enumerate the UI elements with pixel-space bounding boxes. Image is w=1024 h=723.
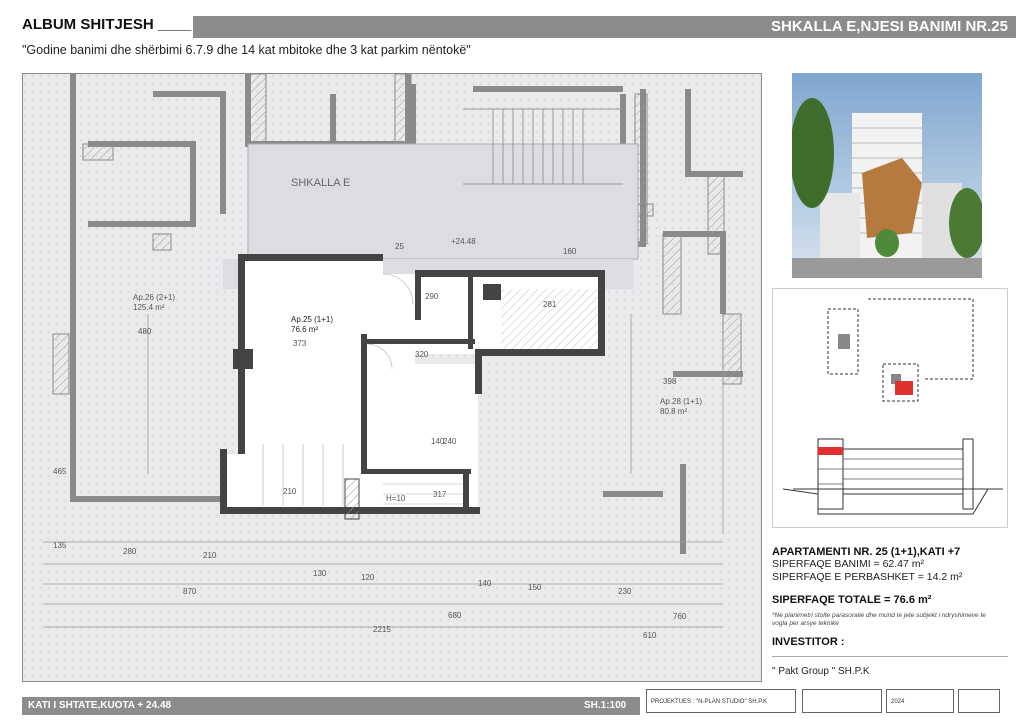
logo-box (802, 689, 882, 713)
stamp-box (958, 689, 1000, 713)
dim-120: 120 (361, 573, 375, 582)
key-plan-highlight (895, 381, 913, 395)
dim-320: 320 (415, 350, 429, 359)
project-subtitle: "Godine banimi dhe shërbimi 6.7.9 dhe 14… (22, 43, 471, 57)
living-area: SIPERFAQE BANIMI = 62.47 m² (772, 558, 925, 570)
total-area: SIPERFAQE TOTALE = 76.6 m² (772, 594, 932, 606)
dim-870: 870 (183, 587, 197, 596)
dim-210: 210 (283, 487, 297, 496)
neighbor-left-area: 125.4 m² (133, 303, 165, 312)
dim-610: 610 (643, 631, 657, 640)
apartment-area: 76.6 m² (291, 325, 318, 334)
neighbor-right-area: 80.8 m² (660, 407, 687, 416)
year-box: 2024 (886, 689, 954, 713)
stair-label: SHKALLA E (291, 177, 350, 189)
album-title: ALBUM SHITJESH ____ (22, 16, 192, 33)
apartment-info: APARTAMENTI NR. 25 (1+1),KATI +7 SIPERFA… (772, 546, 1012, 648)
investor-divider (772, 656, 1008, 657)
dim-465: 465 (53, 467, 67, 476)
dim-140b: 140 (478, 579, 492, 588)
elevation-top: +24.48 (451, 237, 476, 246)
dim-160: 160 (563, 247, 577, 256)
dim-281: 281 (543, 300, 557, 309)
project-box: PROJEKTUES : "N-PLAN STUDIO" SH.P.K (646, 689, 796, 713)
dim-25: 25 (395, 242, 404, 251)
unit-title: SHKALLA E,NJESI BANIMI NR.25 (771, 18, 1008, 35)
key-plan (772, 288, 1008, 528)
dim-150: 150 (528, 583, 542, 592)
floor-level: KATI I SHTATE,KUOTA + 24.48 (28, 700, 172, 711)
dim-130: 130 (313, 569, 327, 578)
dim-230: 230 (618, 587, 632, 596)
dim-210b: 210 (203, 551, 217, 560)
dim-240: 240 (443, 437, 457, 446)
investor-name: " Pakt Group " SH.P.K (772, 666, 870, 677)
dim-h10: H=10 (386, 494, 406, 503)
dim-398: 398 (663, 377, 677, 386)
apartment-name: Ap.25 (1+1) (291, 315, 333, 324)
disclaimer-note: *Ne planimetri stolte parasoralie dhe mu… (772, 612, 986, 627)
floor-plan: SHKALLA E Ap.26 (2+1) 125.4 m² Ap.28 (1+… (22, 73, 762, 682)
scale-label: SH.1:100 (584, 700, 627, 711)
floor-plan-drawing: SHKALLA E Ap.26 (2+1) 125.4 m² Ap.28 (1+… (23, 74, 761, 681)
dim-373: 373 (293, 339, 307, 348)
dim-2215: 2215 (373, 625, 391, 634)
dim-680: 680 (448, 611, 462, 620)
neighbor-right-name: Ap.28 (1+1) (660, 397, 702, 406)
dim-280: 280 (123, 547, 137, 556)
apartment-number: APARTAMENTI NR. 25 (1+1),KATI +7 (772, 546, 961, 558)
dim-480: 480 (138, 327, 152, 336)
dim-760: 760 (673, 612, 687, 621)
building-render-image (792, 73, 982, 278)
dim-135: 135 (53, 541, 67, 550)
neighbor-left-name: Ap.26 (2+1) (133, 293, 175, 302)
investor-label: INVESTITOR : (772, 636, 845, 648)
dim-290: 290 (425, 292, 439, 301)
common-area: SIPERFAQE E PERBASHKET = 14.2 m² (772, 571, 963, 583)
dim-317: 317 (433, 490, 447, 499)
